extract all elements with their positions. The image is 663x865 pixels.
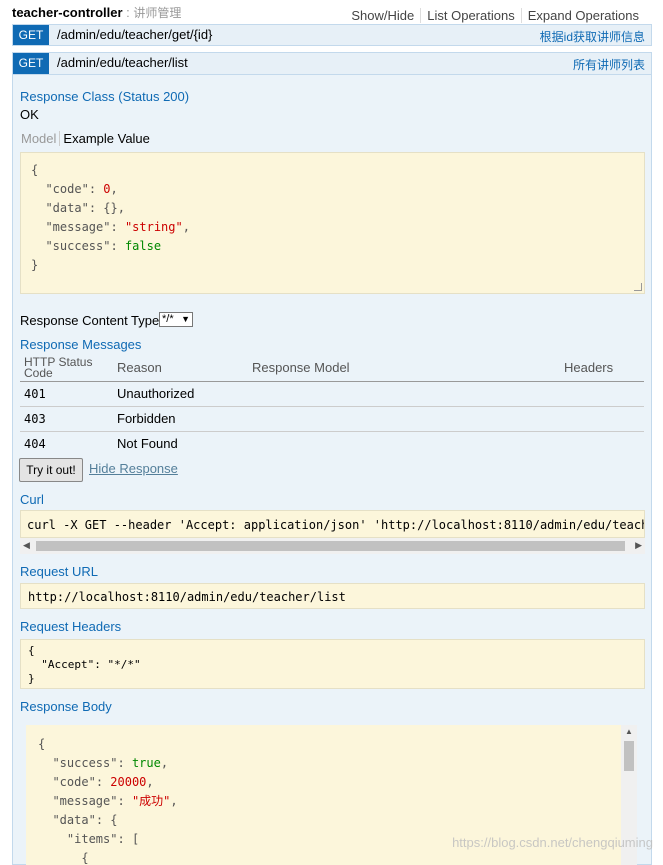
json-line: "message": "string", (45, 220, 190, 234)
curl-heading: Curl (20, 492, 44, 507)
model-tabs: Model Example Value (21, 131, 150, 146)
column-header: Response Model (248, 355, 560, 382)
json-line: { (38, 737, 46, 751)
tab-example-value[interactable]: Example Value (60, 131, 149, 146)
request-url-heading: Request URL (20, 564, 99, 579)
scrollbar-thumb[interactable] (36, 541, 625, 551)
reason-cell: Unauthorized (113, 381, 248, 407)
show-hide-link[interactable]: Show/Hide (345, 8, 420, 23)
json-line: "message": "成功", (52, 794, 178, 808)
status-code-cell: 403 (20, 406, 113, 432)
scroll-left-icon[interactable]: ◀ (23, 540, 30, 551)
watermark: https://blog.csdn.net/chengqiuming (452, 835, 653, 850)
controller-header: teacher-controller : 讲师管理 Show/Hide List… (0, 0, 663, 24)
model-cell (248, 431, 560, 456)
response-content-type-label: Response Content Type (20, 313, 160, 328)
json-line: { (81, 851, 89, 865)
hide-response-link[interactable]: Hide Response (89, 461, 178, 476)
scroll-right-icon[interactable]: ▶ (635, 540, 642, 551)
list-operations-link[interactable]: List Operations (420, 8, 520, 23)
operation-teacher-list[interactable]: GET /admin/edu/teacher/list 所有讲师列表 (12, 52, 652, 75)
json-line: "success": false (45, 239, 162, 253)
json-line: { (31, 163, 39, 177)
operation-get-teacher-by-id[interactable]: GET /admin/edu/teacher/get/{id} 根据id获取讲师… (12, 24, 652, 46)
controller-name[interactable]: teacher-controller (12, 5, 123, 20)
headers-cell (560, 381, 644, 407)
http-method-badge[interactable]: GET (13, 53, 49, 74)
response-messages-heading: Response Messages (20, 337, 142, 352)
column-header: Headers (560, 355, 644, 382)
response-class-value: OK (20, 107, 39, 122)
response-body-heading: Response Body (20, 699, 112, 714)
operation-path[interactable]: /admin/edu/teacher/list (57, 55, 188, 70)
reason-cell: Forbidden (113, 406, 248, 432)
json-line: } (28, 672, 35, 685)
request-headers-box[interactable]: { "Accept": "*/*" } (20, 639, 645, 689)
controller-title[interactable]: teacher-controller : 讲师管理 (12, 4, 181, 21)
reason-cell: Not Found (117, 436, 178, 452)
operation-summary[interactable]: 所有讲师列表 (573, 56, 645, 73)
status-code-cell: 404 (24, 436, 46, 451)
scroll-up-icon[interactable]: ▲ (625, 727, 633, 736)
json-line: "data": { (52, 813, 118, 827)
json-line: "code": 0, (45, 182, 118, 196)
operation-content-panel: Response Class (Status 200) OK Model Exam… (12, 75, 652, 865)
json-line: } (31, 258, 39, 272)
request-headers-heading: Request Headers (20, 619, 122, 634)
headers-cell (560, 431, 644, 456)
request-url-box[interactable]: http://localhost:8110/admin/edu/teacher/… (20, 583, 645, 609)
column-header: HTTP Status Code (20, 355, 113, 382)
scrollbar-thumb[interactable] (624, 741, 634, 771)
model-cell (248, 406, 560, 432)
json-line: "success": true, (52, 756, 169, 770)
json-line: "Accept": "*/*" (41, 658, 141, 671)
table-row: 404 Not Found (20, 431, 644, 456)
controller-separator: : (122, 5, 134, 20)
curl-command: curl -X GET --header 'Accept: applicatio… (27, 518, 645, 532)
operation-path[interactable]: /admin/edu/teacher/get/{id} (57, 27, 212, 42)
table-row: 403 Forbidden (20, 406, 644, 432)
headers-cell (560, 406, 644, 432)
table-header-row: HTTP Status Code Reason Response Model H… (20, 355, 644, 382)
response-messages-table: HTTP Status Code Reason Response Model H… (20, 355, 644, 456)
tab-model[interactable]: Model (21, 131, 61, 146)
try-it-out-button[interactable]: Try it out! (19, 458, 83, 482)
model-cell (248, 381, 560, 407)
controller-links: Show/Hide List Operations Expand Operati… (345, 8, 645, 23)
resize-grip-icon[interactable] (634, 283, 642, 291)
json-line: { (28, 644, 35, 657)
status-code-cell: 401 (20, 381, 113, 407)
table-row: 401 Unauthorized (20, 381, 644, 407)
operation-summary[interactable]: 根据id获取讲师信息 (540, 28, 645, 45)
select-value: */* (162, 313, 174, 325)
response-class-heading: Response Class (Status 200) (20, 89, 190, 104)
column-header: Reason (113, 355, 248, 382)
chevron-down-icon: ▼ (181, 314, 190, 324)
http-method-badge[interactable]: GET (13, 25, 49, 45)
controller-description: 讲师管理 (133, 6, 182, 20)
expand-operations-link[interactable]: Expand Operations (520, 8, 645, 23)
example-value-box[interactable]: { "code": 0, "data": {}, "message": "str… (20, 152, 645, 294)
json-line: "code": 20000, (52, 775, 154, 789)
curl-command-box[interactable]: curl -X GET --header 'Accept: applicatio… (20, 510, 645, 538)
response-content-type-select[interactable]: */* ▼ (159, 312, 193, 327)
request-url-value: http://localhost:8110/admin/edu/teacher/… (28, 590, 346, 604)
horizontal-scrollbar[interactable]: ◀ ▶ (20, 538, 645, 554)
json-line: "data": {}, (45, 201, 125, 215)
